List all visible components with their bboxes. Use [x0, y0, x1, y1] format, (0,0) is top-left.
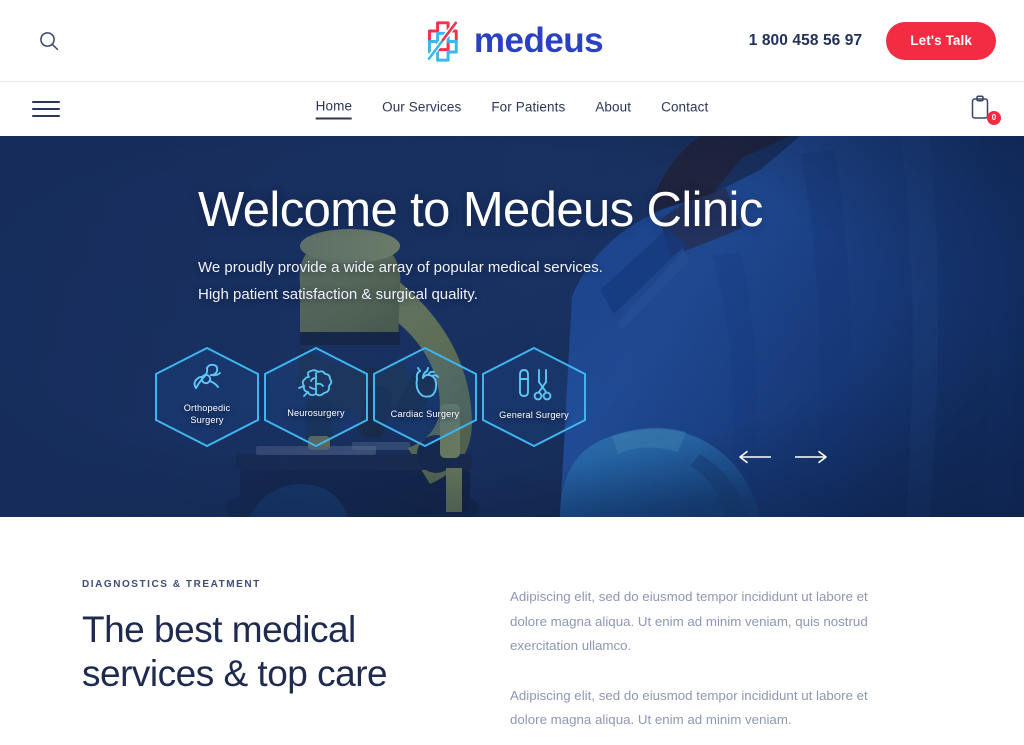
arrow-right-icon [793, 450, 829, 467]
hero-content: Welcome to Medeus Clinic We proudly prov… [0, 136, 1024, 517]
section-paragraph-1: Adipiscing elit, sed do eiusmod tempor i… [510, 589, 868, 654]
service-hexagon-cardiac-surgery[interactable]: Cardiac Surgery [368, 345, 482, 449]
service-hexagon-neurosurgery[interactable]: Neurosurgery [259, 345, 373, 449]
diagnostics-section: DIAGNOSTICS & TREATMENT The best medical… [0, 517, 1024, 745]
hero-service-hexagons: Orthopedic Surgery Neurosurgery Cardiac … [150, 345, 586, 449]
search-icon [38, 30, 60, 52]
hamburger-menu-icon[interactable] [32, 98, 62, 120]
top-bar: medeus 1 800 458 56 97 Let's Talk [0, 0, 1024, 81]
nav-item-for-patients[interactable]: For Patients [491, 100, 565, 119]
hamburger-line [32, 101, 60, 103]
hero-title: Welcome to Medeus Clinic [198, 183, 763, 237]
brand-name: medeus [473, 21, 604, 60]
nav-item-about[interactable]: About [595, 100, 631, 119]
section-heading-column: DIAGNOSTICS & TREATMENT The best medical… [0, 579, 430, 745]
service-label-general-surgery: General Surgery [499, 410, 569, 422]
service-hexagon-orthopedic-surgery[interactable]: Orthopedic Surgery [150, 345, 264, 449]
hero-subtitle: We proudly provide a wide array of popul… [198, 254, 1024, 309]
service-label-cardiac-surgery: Cardiac Surgery [391, 409, 460, 421]
top-bar-right: 1 800 458 56 97 Let's Talk [749, 21, 996, 60]
heart-icon [406, 367, 444, 406]
medical-cross-logo-icon [421, 17, 465, 64]
section-text-column: Adipiscing elit, sed do eiusmod tempor i… [430, 579, 1024, 745]
section-title: The best medical services & top care [82, 608, 430, 697]
hero-slider-controls [735, 448, 831, 469]
cart-count-badge: 0 [987, 111, 1001, 125]
nav-item-contact[interactable]: Contact [661, 100, 708, 119]
service-label-line-2: Surgery [190, 415, 224, 425]
service-label-neurosurgery: Neurosurgery [287, 408, 344, 420]
brain-icon [296, 368, 336, 405]
section-paragraph-2: Adipiscing elit, sed do eiusmod tempor i… [510, 687, 868, 728]
hamburger-line [32, 115, 60, 117]
service-label-orthopedic-surgery: Orthopedic Surgery [184, 403, 230, 427]
hamburger-line [32, 108, 60, 110]
search-button[interactable] [32, 24, 66, 58]
service-label-line-1: General Surgery [499, 410, 569, 421]
service-hexagon-general-surgery[interactable]: General Surgery [477, 345, 591, 449]
hero-subtitle-line-2: High patient satisfaction & surgical qua… [198, 286, 478, 304]
main-navigation-bar: Home Our Services For Patients About Con… [0, 81, 1024, 136]
phone-number[interactable]: 1 800 458 56 97 [749, 32, 863, 50]
service-label-line-1: Neurosurgery [287, 408, 345, 419]
hero-subtitle-line-1: We proudly provide a wide array of popul… [198, 258, 603, 276]
section-title-line-2: services & top care [82, 653, 388, 695]
section-eyebrow: DIAGNOSTICS & TREATMENT [82, 579, 261, 590]
service-label-line-1: Cardiac Surgery [390, 409, 460, 420]
slider-prev-button[interactable] [735, 448, 775, 469]
brand-logo[interactable]: medeus [421, 17, 604, 64]
nav-item-home[interactable]: Home [315, 99, 353, 120]
nav-item-our-services[interactable]: Our Services [382, 100, 461, 119]
cart-button[interactable]: 0 [968, 94, 1001, 125]
slider-next-button[interactable] [791, 448, 831, 469]
section-title-line-1: The best medical [82, 609, 356, 650]
lets-talk-button[interactable]: Let's Talk [886, 21, 996, 60]
nav-links: Home Our Services For Patients About Con… [315, 99, 709, 120]
arrow-left-icon [737, 450, 773, 467]
service-label-line-1: Orthopedic [183, 403, 231, 414]
scalpel-scissors-icon [515, 366, 553, 407]
bone-joint-icon [187, 361, 227, 400]
hero-banner: Welcome to Medeus Clinic We proudly prov… [0, 136, 1024, 517]
